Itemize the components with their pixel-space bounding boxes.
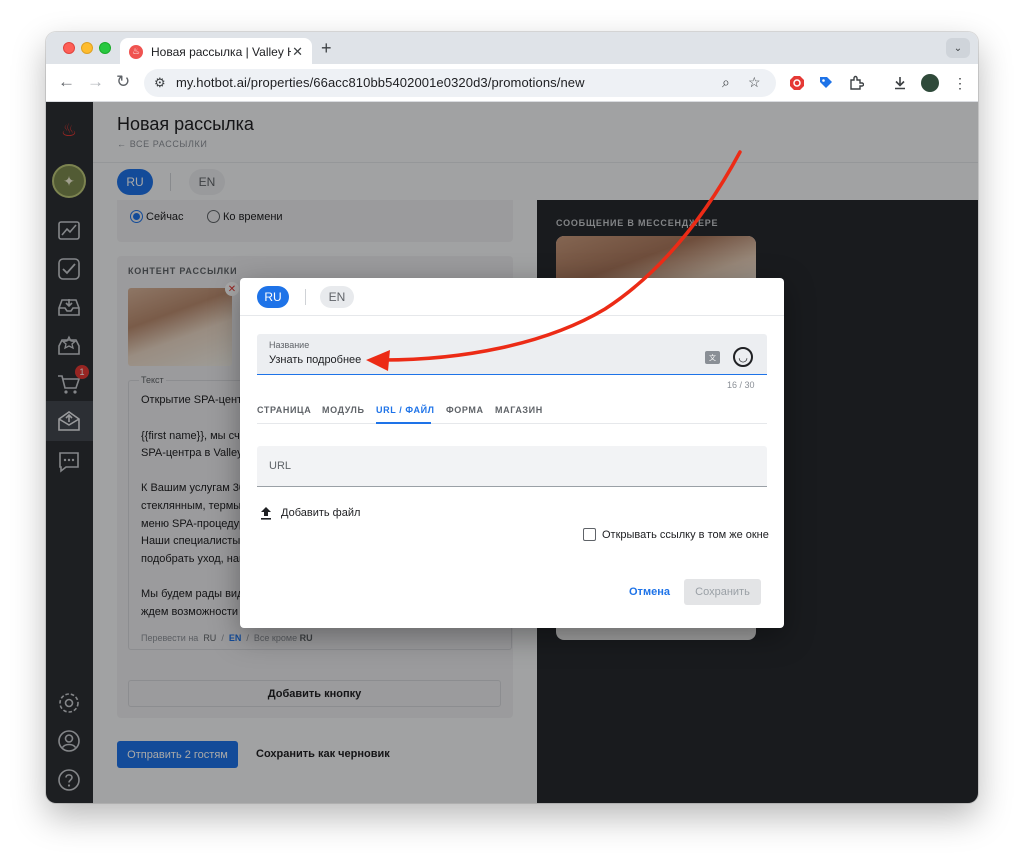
add-file-button[interactable]: Добавить файл [260, 506, 360, 520]
profile-avatar-icon[interactable] [921, 74, 939, 92]
emoji-icon[interactable]: ◡ [733, 347, 753, 367]
upload-icon [261, 507, 271, 520]
new-tab-button[interactable]: + [321, 38, 332, 59]
flame-icon: ♨ [129, 44, 143, 59]
button-editor-dialog: RU EN Название Узнать подробнее 文 ◡ 16 /… [240, 278, 784, 628]
close-window-button[interactable] [63, 42, 75, 54]
close-tab-icon[interactable]: ✕ [292, 44, 303, 60]
maximize-window-button[interactable] [99, 42, 111, 54]
back-icon[interactable]: ← [58, 72, 75, 92]
app-area: ♨ ✦ 1 Новая рассылка ← ВСЕ РАССЫЛКИ RU E… [46, 102, 978, 803]
same-window-label: Открывать ссылку в том же окне [602, 528, 769, 541]
url-input[interactable]: URL [257, 446, 767, 487]
char-counter: 16 / 30 [727, 380, 755, 390]
tab-search-button[interactable]: ⌄ [946, 38, 970, 58]
tab-form[interactable]: ФОРМА [446, 405, 484, 415]
reload-icon[interactable]: ↻ [116, 72, 130, 92]
checkbox-unchecked-icon [583, 528, 596, 541]
dialog-lang-ru-button[interactable]: RU [257, 286, 289, 308]
dialog-lang-separator [305, 289, 306, 305]
tag-extension-icon[interactable] [817, 74, 835, 92]
tab-shop[interactable]: МАГАЗИН [495, 405, 543, 415]
browser-toolbar: ← → ↻ ⚙ my.hotbot.ai/properties/66acc810… [46, 64, 978, 102]
link-type-tabs: СТРАНИЦА МОДУЛЬ URL / ФАЙЛ ФОРМА МАГАЗИН [257, 402, 767, 424]
translate-icon[interactable]: 文 [705, 351, 720, 364]
tab-page[interactable]: СТРАНИЦА [257, 405, 311, 415]
dialog-lang-en-button[interactable]: EN [320, 286, 354, 308]
zoom-icon[interactable]: ⌕ [722, 74, 730, 91]
browser-window: ♨ Новая рассылка | Valley Hotel ✕ + ⌄ ← … [46, 32, 978, 803]
tab-module[interactable]: МОДУЛЬ [322, 405, 365, 415]
save-button[interactable]: Сохранить [684, 579, 761, 605]
url-text: my.hotbot.ai/properties/66acc810bb540200… [176, 75, 585, 90]
same-window-checkbox[interactable]: Открывать ссылку в том же окне [583, 528, 769, 541]
tab-url-file[interactable]: URL / ФАЙЛ [376, 405, 435, 415]
tab-strip: ♨ Новая рассылка | Valley Hotel ✕ + ⌄ [46, 32, 978, 65]
button-name-label: Название [269, 340, 310, 350]
download-icon[interactable] [891, 74, 909, 92]
browser-tab[interactable]: ♨ Новая рассылка | Valley Hotel ✕ [120, 38, 312, 65]
adblock-extension-icon[interactable] [788, 74, 806, 92]
active-tab-indicator [376, 422, 431, 424]
minimize-window-button[interactable] [81, 42, 93, 54]
extensions-puzzle-icon[interactable] [847, 74, 865, 92]
bookmark-star-icon[interactable]: ☆ [748, 74, 761, 91]
site-settings-icon[interactable]: ⚙ [154, 75, 166, 91]
forward-icon[interactable]: → [87, 72, 104, 92]
address-bar[interactable]: ⚙ my.hotbot.ai/properties/66acc810bb5402… [144, 69, 776, 97]
button-name-field[interactable]: Название Узнать подробнее 文 ◡ [257, 334, 767, 375]
cancel-button[interactable]: Отмена [629, 586, 670, 598]
url-placeholder: URL [269, 460, 292, 472]
button-name-value: Узнать подробнее [269, 354, 362, 366]
add-file-label: Добавить файл [281, 507, 361, 519]
tab-title: Новая рассылка | Valley Hotel [151, 44, 291, 59]
browser-menu-icon[interactable]: ⋮ [951, 74, 969, 92]
dialog-language-bar: RU EN [240, 278, 784, 316]
